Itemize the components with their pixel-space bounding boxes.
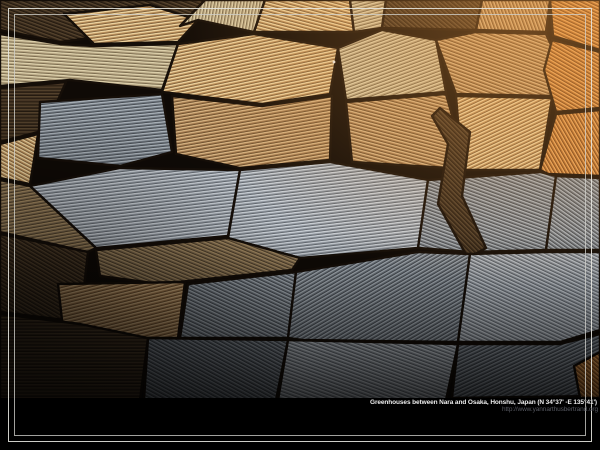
aerial-photo	[0, 0, 600, 450]
wallpaper: Greenhouses between Nara and Osaka, Hons…	[0, 0, 600, 450]
photo-caption: Greenhouses between Nara and Osaka, Hons…	[370, 399, 597, 406]
photo-credit-url: http://www.yannarthusbertrand.org	[502, 406, 598, 413]
